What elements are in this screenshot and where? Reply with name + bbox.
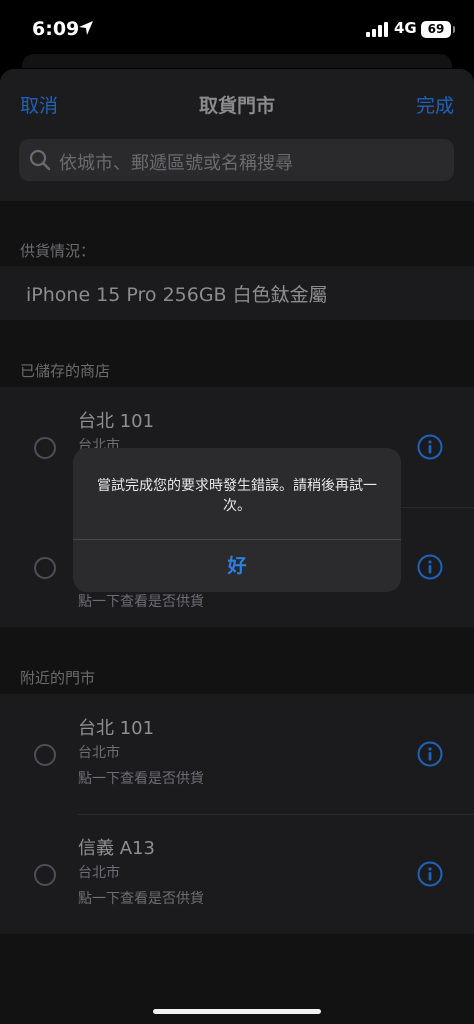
network-type: 4G — [394, 19, 417, 37]
signal-icon — [366, 22, 388, 37]
store-name: 台北 101 — [78, 411, 155, 432]
store-name: 台北 101 — [78, 718, 155, 739]
alert-message: 嘗試完成您的要求時發生錯誤。請稍後再試一次。 — [97, 478, 377, 514]
error-alert: 嘗試完成您的要求時發生錯誤。請稍後再試一次。 好 — [73, 448, 401, 592]
home-indicator[interactable] — [153, 1009, 321, 1014]
list-item[interactable]: 信義 A13 台北市 點一下查看是否供貨 — [0, 814, 474, 934]
store-hint: 點一下查看是否供貨 — [78, 891, 204, 907]
info-icon[interactable] — [417, 741, 443, 767]
battery-level: 69 — [421, 21, 455, 38]
done-button[interactable]: 完成 — [416, 91, 454, 118]
sheet-header: 取消 取貨門市 完成 依城市、郵遞區號或名稱搜尋 — [0, 69, 474, 201]
product-name: iPhone 15 Pro 256GB 白色鈦金屬 — [26, 284, 328, 306]
radio-button[interactable] — [34, 864, 56, 886]
list-item[interactable]: 台北 101 台北市 點一下查看是否供貨 — [0, 694, 474, 814]
ok-button[interactable]: 好 — [73, 540, 401, 592]
nearby-stores-label: 附近的門市 — [20, 669, 96, 687]
store-hint: 點一下查看是否供貨 — [78, 771, 204, 787]
search-placeholder: 依城市、郵遞區號或名稱搜尋 — [59, 153, 293, 174]
info-icon[interactable] — [417, 861, 443, 887]
background-card — [22, 54, 452, 68]
store-name: 信義 A13 — [78, 838, 155, 859]
search-input[interactable]: 依城市、郵遞區號或名稱搜尋 — [19, 139, 454, 181]
radio-button[interactable] — [34, 744, 56, 766]
nearby-stores-list: 台北 101 台北市 點一下查看是否供貨 信義 A13 台北市 點一下查看是否供… — [0, 694, 474, 934]
radio-button[interactable] — [34, 557, 56, 579]
store-hint: 點一下查看是否供貨 — [78, 594, 204, 610]
saved-stores-label: 已儲存的商店 — [20, 362, 111, 380]
status-bar: 6:09 4G 69 — [0, 0, 474, 58]
search-icon — [29, 149, 51, 171]
page-title: 取貨門市 — [198, 95, 275, 117]
availability-label: 供貨情況： — [20, 242, 96, 260]
store-city: 台北市 — [78, 865, 120, 881]
radio-button[interactable] — [34, 437, 56, 459]
info-icon[interactable] — [417, 434, 443, 460]
store-city: 台北市 — [78, 745, 120, 761]
product-row: iPhone 15 Pro 256GB 白色鈦金屬 — [0, 266, 474, 320]
info-icon[interactable] — [417, 554, 443, 580]
location-arrow-icon — [79, 21, 93, 35]
status-time: 6:09 — [32, 18, 80, 40]
